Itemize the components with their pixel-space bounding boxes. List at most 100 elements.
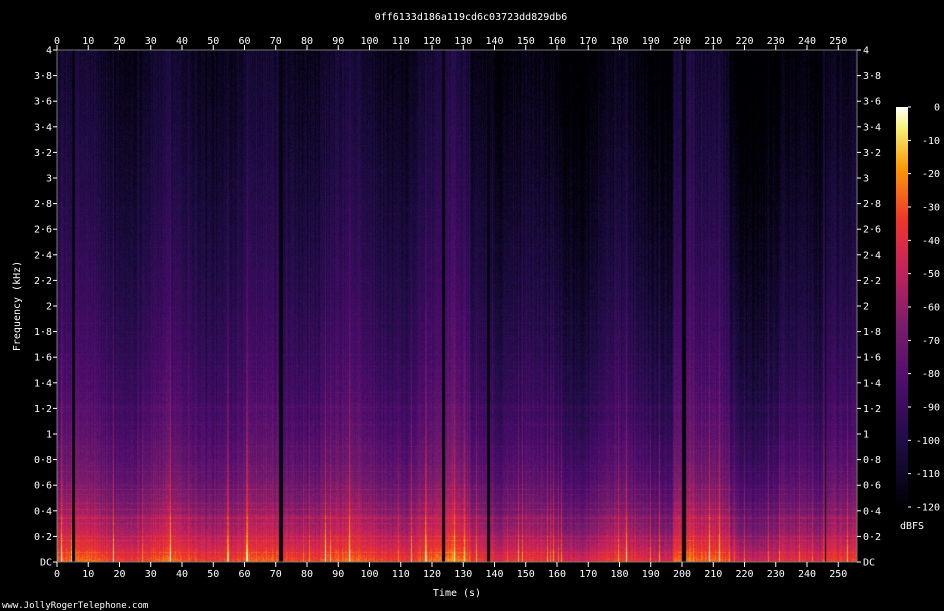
colorbar-tick-label: -80 (922, 369, 940, 380)
y-ticks-left: DC 0·2 0·4 0·6 0·8 1 1·2 1·4 1·6 1·8 2 2·2 2·4 2·6 2·8… (34, 46, 57, 569)
y-tick-label-right: 0·4 (863, 506, 881, 517)
y-tick-label-right: 3·8 (863, 71, 881, 82)
x-tick-label-bottom: 60 (238, 569, 250, 580)
y-tick-label-right: 1·4 (863, 378, 881, 389)
x-tick-label-top: 20 (113, 36, 125, 47)
y-tick-label-right: 0·8 (863, 455, 881, 466)
x-tick-label-bottom: 160 (548, 569, 566, 580)
colorbar-tick-label: -40 (922, 236, 940, 247)
y-tick-label-left: 1·6 (34, 353, 52, 364)
y-tick-label-right: DC (863, 558, 875, 569)
x-tick-label-bottom: 110 (392, 569, 410, 580)
x-tick-label-top: 110 (392, 36, 410, 47)
y-tick-label-right: 1 (863, 430, 869, 441)
x-tick-label-top: 70 (270, 36, 282, 47)
y-tick-label-left: 2·2 (34, 276, 52, 287)
x-tick-label-top: 130 (454, 36, 472, 47)
y-tick-label-right: 4 (863, 46, 869, 57)
x-tick-label-top: 30 (145, 36, 157, 47)
x-tick-label-bottom: 150 (517, 569, 535, 580)
y-tick-label-left: 1 (46, 430, 52, 441)
x-tick-label-bottom: 40 (176, 569, 188, 580)
x-tick-label-bottom: 0 (54, 569, 60, 580)
x-tick-label-top: 120 (423, 36, 441, 47)
x-tick-label-top: 80 (301, 36, 313, 47)
colorbar-tick-label: -120 (916, 503, 940, 514)
colorbar-ticks: 0 -10 -20 -30 -40 -50 -60 -70 -80 -90 -100 -110 -120 (908, 103, 940, 514)
x-tick-label-bottom: 220 (735, 569, 753, 580)
x-axis-label: Time (s) (433, 588, 481, 599)
x-tick-label-bottom: 120 (423, 569, 441, 580)
y-tick-label-right: 2·4 (863, 250, 881, 261)
y-tick-label-left: 1·2 (34, 404, 52, 415)
x-tick-label-bottom: 30 (145, 569, 157, 580)
y-tick-label-left: 3 (46, 174, 52, 185)
colorbar-tick-label: -70 (922, 336, 940, 347)
y-tick-label-left: 2 (46, 302, 52, 313)
spectrogram-chart: 0ff6133d186a119cd6c03723dd829db6 0 10 20 30… (2, 12, 940, 611)
x-tick-label-bottom: 10 (82, 569, 94, 580)
y-ticks-right: DC 0·2 0·4 0·6 0·8 1 1·2 1·4 1·6 1·8 2 2·2 2·4 2·6 2·8… (857, 46, 881, 569)
colorbar-tick-label: -50 (922, 269, 940, 280)
x-tick-label-bottom: 200 (673, 569, 691, 580)
y-tick-label-right: 2·2 (863, 276, 881, 287)
x-tick-label-top: 100 (360, 36, 378, 47)
y-tick-label-right: 0·6 (863, 481, 881, 492)
y-tick-label-left: 0·2 (34, 532, 52, 543)
x-tick-label-top: 160 (548, 36, 566, 47)
x-ticks-top: 0 10 20 30 40 50 60 70 80 90 100 110 120 130 140 150 160… (54, 36, 847, 50)
y-tick-label-left: 3·8 (34, 71, 52, 82)
x-tick-label-top: 180 (610, 36, 628, 47)
y-tick-label-right: 3·6 (863, 97, 881, 108)
y-tick-label-left: 2·6 (34, 225, 52, 236)
y-tick-label-right: 1·2 (863, 404, 881, 415)
x-tick-label-top: 250 (829, 36, 847, 47)
y-tick-label-left: 3·6 (34, 97, 52, 108)
x-tick-label-top: 210 (704, 36, 722, 47)
y-tick-label-left: 0·4 (34, 506, 52, 517)
x-tick-label-bottom: 210 (704, 569, 722, 580)
y-tick-label-left: 1·8 (34, 327, 52, 338)
x-tick-label-top: 50 (207, 36, 219, 47)
x-tick-label-top: 140 (485, 36, 503, 47)
colorbar-tick-label: -90 (922, 403, 940, 414)
x-tick-label-bottom: 130 (454, 569, 472, 580)
y-tick-label-left: 0·8 (34, 455, 52, 466)
colorbar-tick-label: -110 (916, 469, 940, 480)
y-axis-label: Frequency (kHz) (12, 261, 23, 351)
x-ticks-bottom: 0 10 20 30 40 50 60 70 80 90 100 110 120 130 140 150 160… (54, 562, 847, 580)
x-tick-label-bottom: 190 (642, 569, 660, 580)
x-tick-label-top: 230 (767, 36, 785, 47)
x-tick-label-top: 220 (735, 36, 753, 47)
x-tick-label-top: 200 (673, 36, 691, 47)
y-tick-label-left: 4 (46, 46, 52, 57)
y-tick-label-left: 2·8 (34, 199, 52, 210)
x-tick-label-bottom: 50 (207, 569, 219, 580)
y-tick-label-right: 3·2 (863, 148, 881, 159)
colorbar-tick-label: -20 (922, 169, 940, 180)
x-tick-label-top: 10 (82, 36, 94, 47)
colorbar-tick-label: 0 (934, 103, 940, 114)
x-tick-label-bottom: 180 (610, 569, 628, 580)
y-tick-label-left: 3·2 (34, 148, 52, 159)
x-tick-label-bottom: 70 (270, 569, 282, 580)
y-tick-label-left: 3·4 (34, 122, 52, 133)
y-tick-label-left: 1·4 (34, 378, 52, 389)
x-tick-label-top: 190 (642, 36, 660, 47)
x-tick-label-bottom: 140 (485, 569, 503, 580)
x-tick-label-bottom: 100 (360, 569, 378, 580)
y-tick-label-right: 2·8 (863, 199, 881, 210)
colorbar-tick-label: -60 (922, 303, 940, 314)
x-tick-label-bottom: 230 (767, 569, 785, 580)
y-tick-label-right: 3 (863, 174, 869, 185)
y-tick-label-left: 0·6 (34, 481, 52, 492)
x-tick-label-top: 150 (517, 36, 535, 47)
x-tick-label-bottom: 240 (798, 569, 816, 580)
colorbar-tick-label: -100 (916, 436, 940, 447)
colorbar (896, 107, 908, 507)
y-tick-label-left: DC (40, 558, 52, 569)
x-tick-label-bottom: 80 (301, 569, 313, 580)
chart-title: 0ff6133d186a119cd6c03723dd829db6 (375, 12, 568, 23)
x-tick-label-bottom: 170 (579, 569, 597, 580)
x-tick-label-top: 170 (579, 36, 597, 47)
